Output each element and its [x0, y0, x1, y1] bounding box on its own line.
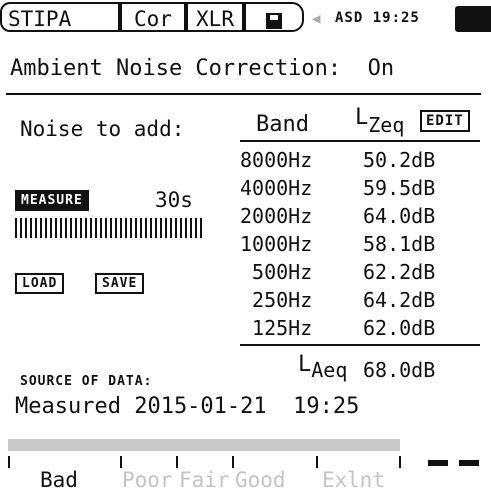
tab-xlr[interactable]: XLR: [186, 2, 244, 32]
battery-icon: [455, 6, 491, 32]
scale-label-good: Good: [235, 468, 286, 492]
measure-progress-bar: [15, 218, 205, 238]
band-level-value: 64.0dB: [363, 204, 436, 228]
leq-header-sub: Zeq: [368, 113, 405, 137]
laeq-label-main: L: [298, 352, 312, 377]
scale-tick: [232, 456, 234, 468]
band-level-value: 59.5dB: [363, 176, 436, 200]
band-level-value: 64.2dB: [363, 288, 436, 312]
save-button[interactable]: SAVE: [95, 273, 145, 294]
source-of-data-label: SOURCE OF DATA:: [20, 374, 153, 389]
dash-icon: [459, 460, 479, 466]
table-header-divider: [240, 140, 480, 142]
sti-scale-bar: [8, 439, 400, 451]
scale-tick: [8, 456, 10, 468]
band-level-value: 50.2dB: [363, 148, 436, 172]
laeq-value: 68.0dB: [363, 358, 436, 382]
source-of-data-value: Measured 2015-01-21 19:25: [15, 394, 360, 419]
band-frequency: 1000Hz: [240, 232, 313, 256]
table-footer-divider: [240, 344, 480, 346]
band-level-value: 62.2dB: [363, 260, 436, 284]
band-header: Band: [256, 112, 309, 137]
load-button[interactable]: LOAD: [15, 273, 65, 294]
measure-button[interactable]: MEASURE: [15, 190, 89, 211]
tab-save[interactable]: [244, 2, 304, 32]
page-title: Ambient Noise Correction: On: [10, 56, 395, 81]
title-divider: [6, 93, 481, 95]
dash-icon: [428, 460, 448, 466]
tab-cor[interactable]: Cor: [120, 2, 186, 32]
floppy-disk-icon: [266, 13, 282, 29]
speaker-icon: ◀: [312, 11, 321, 27]
leq-header: LZeq: [355, 105, 404, 137]
band-frequency: 250Hz: [240, 288, 313, 312]
band-frequency: 125Hz: [240, 316, 313, 340]
noise-to-add-label: Noise to add:: [20, 117, 185, 141]
tab-stipa[interactable]: STIPA: [0, 2, 120, 32]
scale-label-fair: Fair: [179, 468, 230, 492]
scale-tick: [120, 456, 122, 468]
scale-tick: [399, 456, 401, 468]
band-level-value: 58.1dB: [363, 232, 436, 256]
laeq-label-sub: Aeq: [311, 358, 348, 382]
leq-header-main: L: [355, 105, 369, 130]
scale-tick: [176, 456, 178, 468]
scale-label-poor: Poor: [122, 468, 173, 492]
scale-label-bad: Bad: [40, 468, 78, 492]
scale-tick: [316, 456, 318, 468]
measure-duration: 30s: [155, 188, 193, 212]
band-frequency: 8000Hz: [240, 148, 313, 172]
band-level-value: 62.0dB: [363, 316, 436, 340]
band-frequency: 2000Hz: [240, 204, 313, 228]
laeq-label: LAeq: [298, 352, 347, 382]
scale-label-lnt: lnt: [347, 468, 385, 492]
scale-label-ex: Ex: [322, 468, 348, 492]
band-frequency: 4000Hz: [240, 176, 313, 200]
band-frequency: 500Hz: [240, 260, 313, 284]
status-time: ASD 19:25: [335, 10, 420, 26]
edit-button[interactable]: EDIT: [420, 110, 470, 132]
